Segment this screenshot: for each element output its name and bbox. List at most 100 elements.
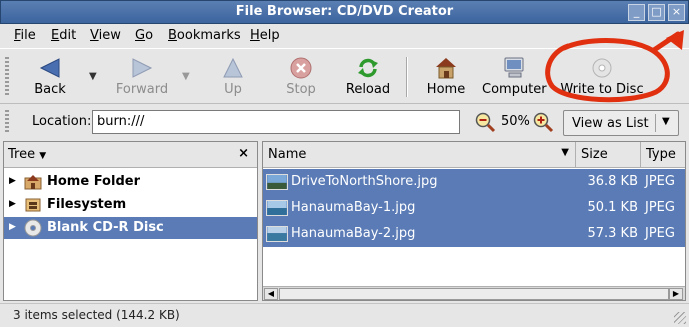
file-list: Name ▼ Size Type DriveToNorthShore.jpg 3… [262,141,686,301]
write-to-disc-label: Write to Disc [560,82,644,97]
window-title: File Browser: CD/DVD Creator [235,4,454,19]
up-arrow-icon [223,57,243,78]
minimize-button[interactable]: _ [628,4,645,21]
tree-item-label: Home Folder [47,174,140,189]
sidebar-close-button[interactable]: × [238,146,249,161]
menu-go[interactable]: Go [135,28,153,43]
menu-file-label: ile [20,28,36,43]
reload-button[interactable]: Reload [340,53,396,101]
tree-item-label: Filesystem [47,197,127,212]
computer-icon [504,57,524,78]
reload-label: Reload [345,82,391,97]
back-label: Back [34,82,66,97]
stop-icon [290,57,312,79]
zoom-level[interactable]: 50% [501,114,530,129]
status-text: 3 items selected (144.2 KB) [13,308,180,322]
zoom-in-icon[interactable] [532,111,554,133]
stop-label: Stop [286,82,316,97]
menu-bookmarks[interactable]: Bookmarks [168,28,241,43]
stop-button[interactable]: Stop [274,53,328,101]
file-type: JPEG [645,226,675,241]
cd-disc-icon [24,219,42,237]
forward-label: Forward [115,82,169,97]
menu-go-mnemonic: G [135,28,146,43]
column-size-label: Size [581,147,608,162]
toolbar-separator [406,57,408,97]
expander-icon[interactable]: ▶ [9,222,16,232]
column-header-type[interactable]: Type [641,142,685,168]
file-row[interactable]: HanaumaBay-2.jpg 57.3 KB JPEG [263,221,685,247]
back-arrow-icon [39,58,60,78]
chevron-down-icon: ▼ [662,116,670,127]
menu-help-mnemonic: H [250,28,260,43]
file-size: 36.8 KB [587,174,638,189]
file-type: JPEG [645,200,675,215]
expander-icon[interactable]: ▶ [9,199,16,209]
location-label: Location: [32,114,92,129]
home-button[interactable]: Home [420,53,472,101]
resize-grip[interactable] [674,312,686,324]
title-bar[interactable]: File Browser: CD/DVD Creator _ □ × [0,0,689,24]
cd-write-icon [592,58,612,78]
file-row[interactable]: DriveToNorthShore.jpg 36.8 KB JPEG [263,169,685,195]
maximize-button[interactable]: □ [648,4,665,21]
tree-item-blank-cd[interactable]: ▶ Blank CD-R Disc [4,217,257,239]
scroll-left-button[interactable]: ◀ [264,288,278,300]
forward-history-dropdown[interactable]: ▼ [182,71,190,82]
view-as-select[interactable]: View as List ▼ [563,110,679,136]
file-name: HanaumaBay-1.jpg [291,200,416,215]
column-name-label: Name [268,147,307,162]
menu-edit[interactable]: Edit [51,28,76,43]
file-type: JPEG [645,174,675,189]
computer-label: Computer [482,82,547,97]
location-bar-grip[interactable] [5,110,9,134]
tree-header: Tree ▼ × [4,142,257,168]
menu-view[interactable]: View [90,28,121,43]
file-size: 50.1 KB [587,200,638,215]
home-label: Home [426,82,466,97]
up-button[interactable]: Up [206,53,260,101]
forward-button[interactable]: Forward [108,53,176,101]
view-as-label: View as List [572,116,649,131]
column-header-name[interactable]: Name ▼ [263,142,576,168]
zoom-out-icon[interactable] [474,111,496,133]
file-name: HanaumaBay-2.jpg [291,226,416,241]
toolbar-grip[interactable] [5,57,9,97]
close-button[interactable]: × [668,4,685,21]
expander-icon[interactable]: ▶ [9,176,16,186]
menu-help[interactable]: Help [250,28,280,43]
scroll-right-button[interactable]: ▶ [669,288,683,300]
column-type-label: Type [646,147,676,162]
location-input[interactable]: burn:/// [92,110,460,134]
up-label: Up [224,82,242,97]
back-history-dropdown[interactable]: ▼ [89,71,97,82]
menu-edit-mnemonic: E [51,28,60,43]
tree-item-filesystem[interactable]: ▶ Filesystem [4,194,257,216]
sidebar-tree: Tree ▼ × ▶ Home Folder ▶ Filesystem ▶ Bl… [3,141,258,301]
menu-view-mnemonic: V [90,28,99,43]
file-row[interactable]: HanaumaBay-1.jpg 50.1 KB JPEG [263,195,685,221]
menu-bookmarks-mnemonic: B [168,28,177,43]
menu-help-label: elp [259,28,280,43]
menu-bar: File Edit View Go Bookmarks Help [0,24,689,48]
menu-bookmarks-label: ookmarks [176,28,241,43]
image-thumbnail-icon [266,174,288,190]
tree-item-home-folder[interactable]: ▶ Home Folder [4,171,257,193]
image-thumbnail-icon [266,200,288,216]
computer-button[interactable]: Computer [482,53,547,101]
write-to-disc-button[interactable]: Write to Disc [558,53,646,101]
file-size: 57.3 KB [587,226,638,241]
location-bar: Location: burn:/// 50% View as List ▼ [0,104,689,140]
toolbar: Back ▼ Forward ▼ Up Stop Reload Home Com… [0,48,689,104]
back-button[interactable]: Back [20,53,80,101]
horizontal-scrollbar[interactable]: ◀ ▶ [263,286,685,300]
menu-file[interactable]: File [14,28,36,43]
column-header-size[interactable]: Size [576,142,641,168]
reload-icon [358,58,378,78]
tree-item-label: Blank CD-R Disc [47,220,164,235]
filesystem-icon [25,198,41,212]
file-name: DriveToNorthShore.jpg [291,174,438,189]
sidebar-type-select[interactable]: Tree ▼ [8,147,46,162]
scrollbar-thumb[interactable] [279,288,669,300]
sidebar-type-label: Tree [8,147,36,162]
